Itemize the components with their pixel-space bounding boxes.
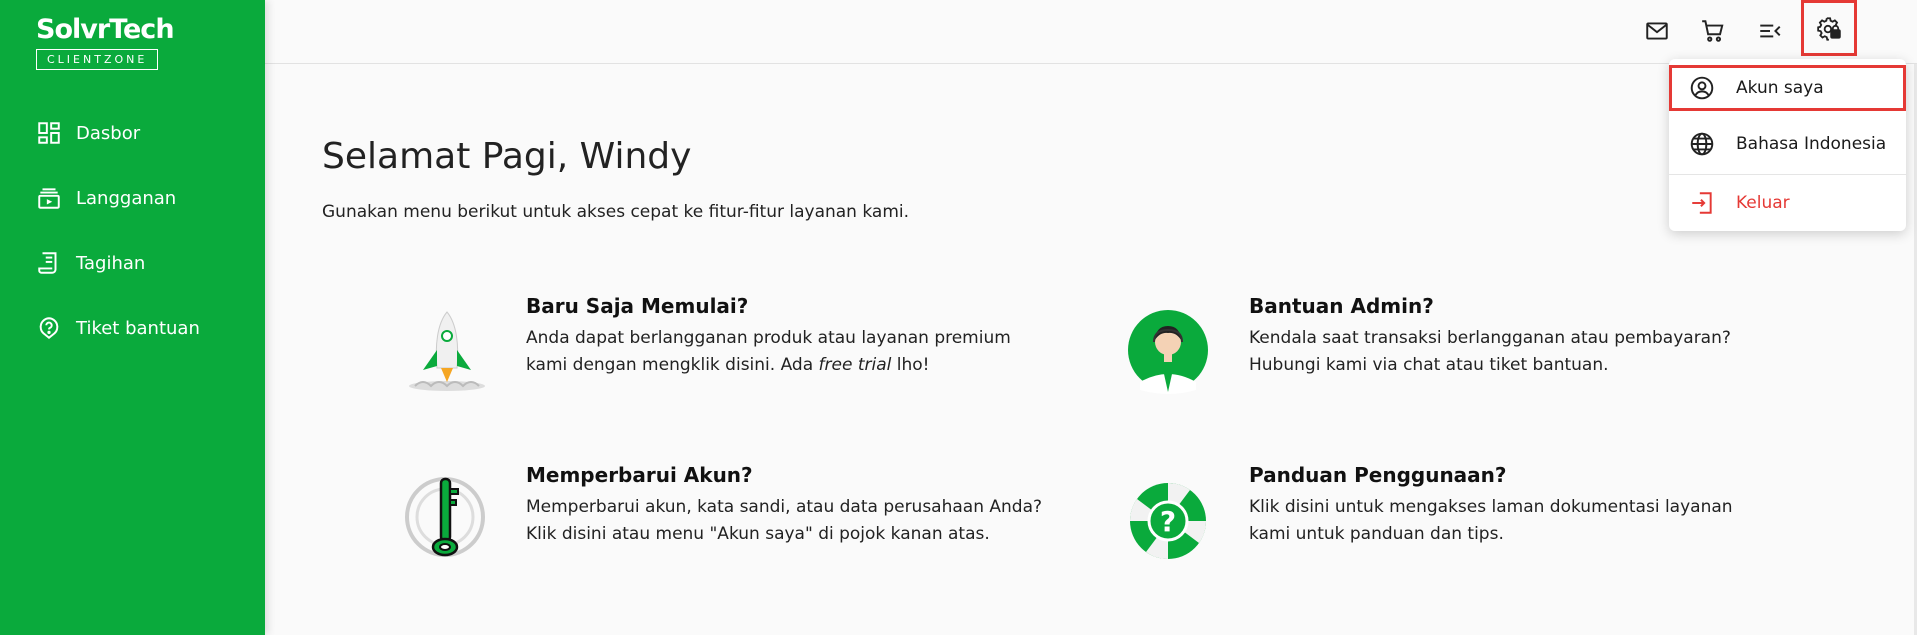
menu-item-bahasa[interactable]: Bahasa Indonesia: [1669, 121, 1906, 167]
menu-item-label: Keluar: [1736, 193, 1790, 213]
card-desc-line: Klik disini untuk mengakses laman dokume…: [1249, 497, 1733, 517]
card-desc-line: Hubungi kami via chat atau tiket bantuan…: [1249, 355, 1609, 375]
dashboard-icon: [38, 122, 60, 144]
cart-icon: [1702, 20, 1724, 42]
cart-button[interactable]: [1696, 14, 1730, 48]
page-title: Selamat Pagi, Windy: [322, 136, 692, 177]
sidebar-item-langganan[interactable]: Langganan: [36, 183, 200, 213]
brand-name: SolvrTech: [36, 14, 175, 45]
menu-collapse-icon: [1760, 24, 1781, 38]
menu-divider: [1669, 174, 1906, 175]
sidebar-item-label: Dasbor: [76, 122, 141, 144]
brand-sub: CLIENTZONE: [36, 49, 159, 70]
card-title: Bantuan Admin?: [1249, 294, 1434, 318]
menu-item-label: Bahasa Indonesia: [1736, 134, 1887, 154]
menu-item-keluar[interactable]: Keluar: [1669, 180, 1906, 226]
rocket-icon: [409, 311, 485, 391]
menu-item-label: Akun saya: [1736, 78, 1824, 98]
admin-avatar-icon: [1128, 310, 1208, 394]
sidebar-nav: Dasbor Langganan Tagihan Tiket bantuan: [36, 118, 200, 378]
menu-collapse-button[interactable]: [1753, 14, 1787, 48]
svg-text:?: ?: [1160, 505, 1176, 538]
sidebar-item-tiket-bantuan[interactable]: Tiket bantuan: [36, 313, 200, 343]
sidebar-item-dasbor[interactable]: Dasbor: [36, 118, 200, 148]
key-icon: [405, 477, 485, 557]
card-desc-line: Anda dapat berlangganan produk atau laya…: [526, 328, 1011, 348]
card-desc-line: Memperbarui akun, kata sandi, atau data …: [526, 497, 1043, 517]
settings-icon: [1817, 17, 1841, 41]
card-desc-text: kami dengan mengklik disini. Ada: [526, 355, 819, 375]
card-desc-line: Kendala saat transaksi berlangganan atau…: [1249, 328, 1731, 348]
card-title: Panduan Penggunaan?: [1249, 463, 1507, 487]
menu-item-akun-saya[interactable]: Akun saya: [1669, 65, 1906, 111]
sidebar: SolvrTech CLIENTZONE Dasbor Langganan Ta…: [0, 0, 265, 635]
card-title: Baru Saja Memulai?: [526, 294, 749, 318]
invoice-icon: [38, 252, 57, 274]
mail-button[interactable]: [1640, 14, 1674, 48]
sidebar-item-tagihan[interactable]: Tagihan: [36, 248, 200, 278]
sidebar-item-label: Tiket bantuan: [76, 317, 200, 339]
account-circle-icon: [1690, 76, 1714, 100]
help-ticket-icon: [39, 317, 59, 339]
brand-logo[interactable]: SolvrTech CLIENTZONE: [36, 14, 175, 70]
account-dropdown: Akun saya Bahasa Indonesia Keluar: [1669, 59, 1906, 231]
card-desc-line: kami dengan mengklik disini. Ada free tr…: [526, 352, 929, 379]
subscription-icon: [38, 188, 60, 209]
globe-icon: [1690, 132, 1714, 156]
card-desc-emphasis: free trial: [818, 355, 892, 375]
sidebar-item-label: Tagihan: [76, 252, 146, 274]
card-desc-line: kami untuk panduan dan tips.: [1249, 524, 1504, 544]
logout-icon: [1692, 192, 1712, 214]
sidebar-item-label: Langganan: [76, 187, 177, 209]
card-desc-line: Klik disini atau menu "Akun saya" di poj…: [526, 524, 990, 544]
lifebuoy-help-icon: ?: [1130, 483, 1206, 559]
mail-icon: [1646, 22, 1668, 40]
settings-button[interactable]: [1801, 0, 1857, 56]
card-title: Memperbarui Akun?: [526, 463, 753, 487]
card-desc-text: lho!: [891, 355, 930, 375]
page-subtitle: Gunakan menu berikut untuk akses cepat k…: [322, 202, 910, 222]
